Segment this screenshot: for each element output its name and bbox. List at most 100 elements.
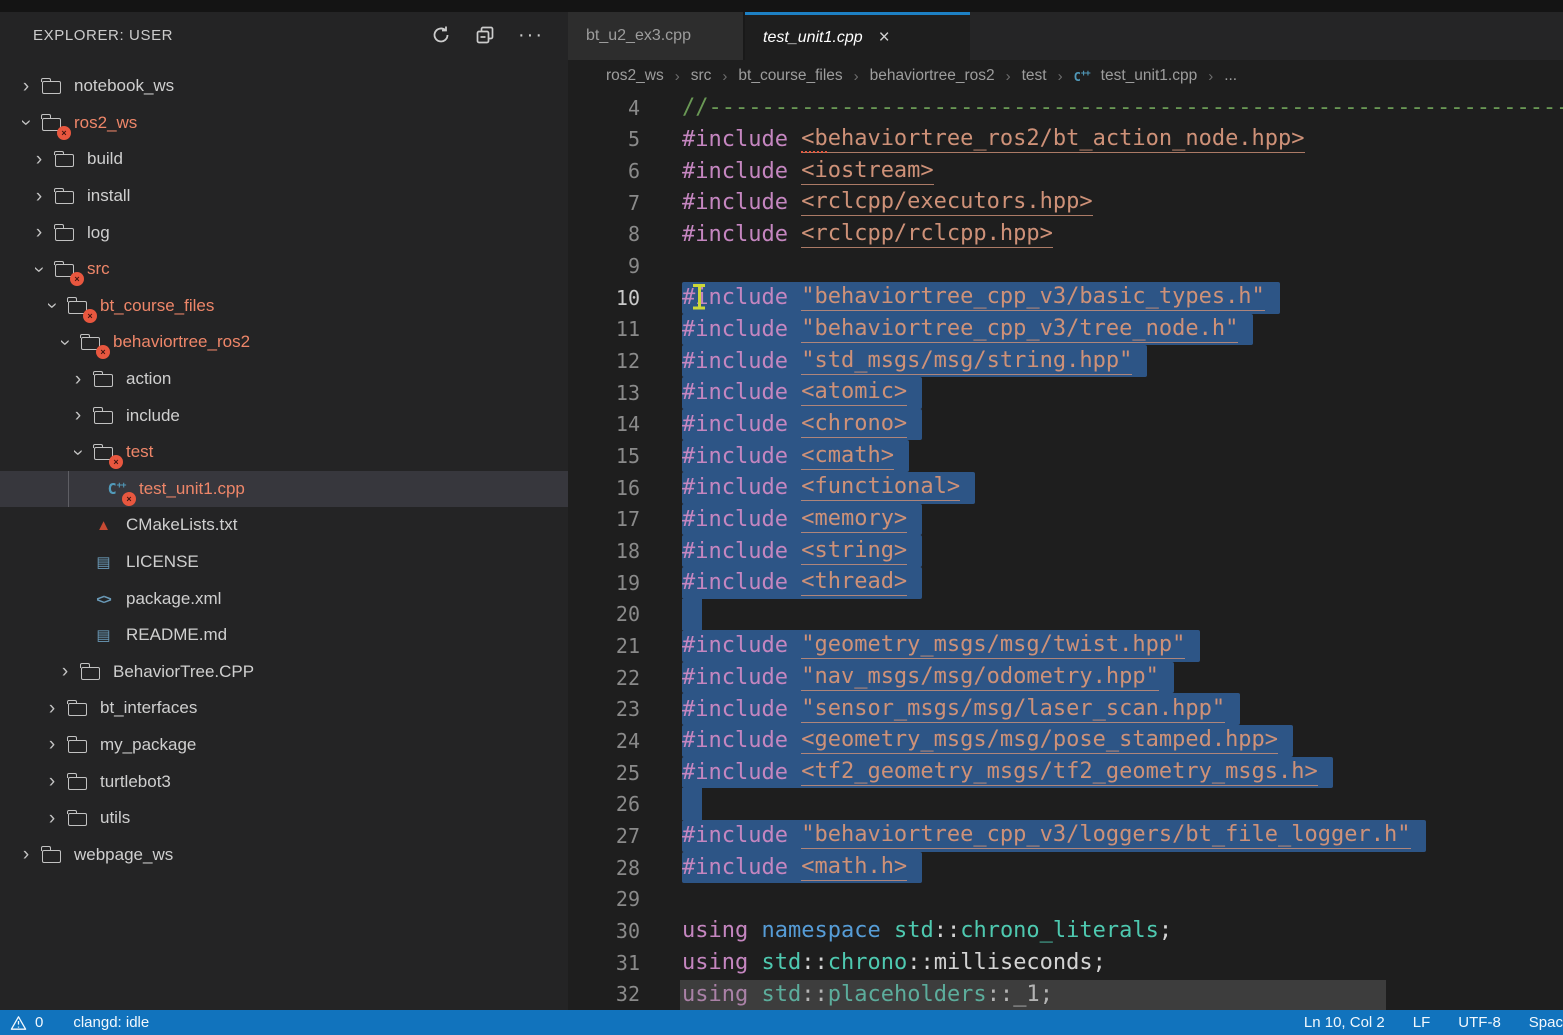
breadcrumb-item-test[interactable]: test [1022, 67, 1047, 85]
line-number: 30 [568, 919, 640, 943]
tree-item-test_unit1.cpp[interactable]: C++×test_unit1.cpp [0, 471, 568, 508]
refresh-icon[interactable] [430, 24, 452, 46]
tree-item-bt_interfaces[interactable]: ›bt_interfaces [0, 690, 568, 727]
chevron-down-icon[interactable]: › [43, 294, 62, 318]
line-number: 9 [568, 254, 640, 278]
indentation-indicator[interactable]: Spac [1529, 1014, 1563, 1031]
token-pl [788, 412, 801, 437]
chevron-right-icon[interactable]: › [27, 150, 51, 169]
tree-item-install[interactable]: ›install [0, 178, 568, 215]
chevron-right-icon[interactable]: › [40, 809, 64, 828]
explorer-sidebar: EXPLORER: USER [0, 12, 568, 1010]
folder-icon [38, 843, 65, 867]
error-badge: × [109, 455, 123, 469]
code-editor[interactable]: 4//-------------------------------------… [568, 92, 1563, 1010]
tree-item-BehaviorTree.CPP[interactable]: ›BehaviorTree.CPP [0, 654, 568, 691]
token-pl [788, 380, 801, 405]
tree-item-build[interactable]: › build [0, 141, 568, 178]
tree-item-bt_course_files[interactable]: ›×bt_course_files [0, 288, 568, 325]
token-st: <string> [801, 538, 907, 565]
code-line-21: 21#include "geometry_msgs/msg/twist.hpp" [568, 630, 1563, 662]
breadcrumb-item-bt_course_files[interactable]: bt_course_files [738, 67, 842, 85]
breadcrumb: ros2_ws›src›bt_course_files›behaviortree… [568, 60, 1563, 92]
chevron-right-icon[interactable]: › [66, 406, 90, 425]
line-number: 22 [568, 666, 640, 690]
breadcrumb-item-file[interactable]: test_unit1.cpp [1101, 67, 1198, 85]
token-kw: #include [682, 507, 788, 532]
chevron-down-icon[interactable]: › [30, 257, 49, 281]
breadcrumb-item-behaviortree_ros2[interactable]: behaviortree_ros2 [870, 67, 995, 85]
folder-icon: × [38, 111, 65, 135]
token-st: "std_msgs/msg/string.hpp" [801, 348, 1132, 375]
horizontal-scrollbar[interactable] [680, 980, 1386, 1010]
breadcrumb-trailing[interactable]: ... [1224, 67, 1237, 85]
tree-item-package.xml[interactable]: <>package.xml [0, 580, 568, 617]
encoding-indicator[interactable]: UTF-8 [1458, 1014, 1501, 1031]
tree-item-notebook_ws[interactable]: ›notebook_ws [0, 68, 568, 105]
chevron-right-icon[interactable]: › [27, 187, 51, 206]
tree-item-log[interactable]: ›log [0, 214, 568, 251]
document-file-icon: ▤ [90, 623, 117, 647]
breadcrumb-item-ros2_ws[interactable]: ros2_ws [606, 67, 664, 85]
tree-item-label: include [126, 406, 180, 426]
code-line-11: 11#include "behaviortree_cpp_v3/tree_nod… [568, 314, 1563, 346]
chevron-right-icon[interactable]: › [14, 77, 38, 96]
chevron-down-icon[interactable]: › [56, 330, 75, 354]
tree-item-ros2_ws[interactable]: ›× ros2_ws [0, 105, 568, 142]
chevron-right-icon[interactable]: › [66, 370, 90, 389]
code-line-7: 7#include <rclcpp/executors.hpp> [568, 187, 1563, 219]
tree-item-label: LICENSE [126, 552, 199, 572]
tree-item-utils[interactable]: ›utils [0, 800, 568, 837]
tree-item-label: build [87, 149, 123, 169]
warning-count[interactable]: 0 [35, 1014, 43, 1031]
chevron-right-icon[interactable]: › [40, 735, 64, 754]
chevron-right-icon[interactable]: › [14, 845, 38, 864]
tree-item-README.md[interactable]: ▤ README.md [0, 617, 568, 654]
code-text: #include <chrono> [682, 409, 922, 441]
chevron-down-icon[interactable]: › [69, 440, 88, 464]
token-pl: ; [1159, 918, 1172, 943]
token-st: <geometry_msgs/msg/pose_stamped.hpp> [801, 727, 1278, 754]
chevron-down-icon[interactable]: › [17, 111, 36, 135]
tree-item-label: README.md [126, 625, 227, 645]
xml-file-icon: <> [90, 587, 117, 611]
token-pl [788, 222, 801, 247]
token-pl [788, 760, 801, 785]
tree-item-CMakeLists.txt[interactable]: ▲CMakeLists.txt [0, 507, 568, 544]
line-number: 13 [568, 381, 640, 405]
collapse-folders-icon[interactable] [474, 24, 496, 46]
tree-item-include[interactable]: › include [0, 397, 568, 434]
tab-bt_u2_ex3[interactable]: bt_u2_ex3.cpp [568, 12, 745, 60]
token-ty: chrono [828, 950, 907, 975]
token-pl [748, 950, 761, 975]
tree-item-behaviortree_ros2[interactable]: ›×behaviortree_ros2 [0, 324, 568, 361]
chevron-right-icon[interactable]: › [40, 772, 64, 791]
chevron-right-icon[interactable]: › [53, 662, 77, 681]
chevron-right-icon[interactable]: › [40, 699, 64, 718]
folder-icon [90, 367, 117, 391]
warning-icon[interactable] [10, 1015, 27, 1031]
eol-indicator[interactable]: LF [1413, 1014, 1431, 1031]
tab-test_unit1[interactable]: test_unit1.cpp × [745, 12, 970, 60]
close-icon[interactable]: × [879, 28, 890, 47]
token-st: <chrono> [801, 411, 907, 438]
tree-item-label: behaviortree_ros2 [113, 332, 250, 352]
code-text: #include <string> [682, 535, 922, 567]
tree-item-action[interactable]: ›action [0, 361, 568, 398]
tree-item-turtlebot3[interactable]: ›turtlebot3 [0, 763, 568, 800]
tree-item-my_package[interactable]: ›my_package [0, 727, 568, 764]
chevron-right-icon[interactable]: › [27, 223, 51, 242]
line-number: 27 [568, 824, 640, 848]
line-number: 4 [568, 96, 640, 120]
tree-item-LICENSE[interactable]: ▤LICENSE [0, 544, 568, 581]
explorer-toolbar: ··· [430, 24, 544, 46]
tree-item-webpage_ws[interactable]: ›webpage_ws [0, 836, 568, 873]
clangd-status[interactable]: clangd: idle [73, 1014, 149, 1031]
tree-item-test[interactable]: ›×test [0, 434, 568, 471]
breadcrumb-item-src[interactable]: src [691, 67, 712, 85]
cursor-position[interactable]: Ln 10, Col 2 [1304, 1014, 1385, 1031]
tree-item-src[interactable]: ›×src [0, 251, 568, 288]
tree-item-label: ros2_ws [74, 113, 137, 133]
status-right: Ln 10, Col 2 LF UTF-8 Spac [1304, 1014, 1563, 1031]
code-line-18: 18#include <string> [568, 535, 1563, 567]
